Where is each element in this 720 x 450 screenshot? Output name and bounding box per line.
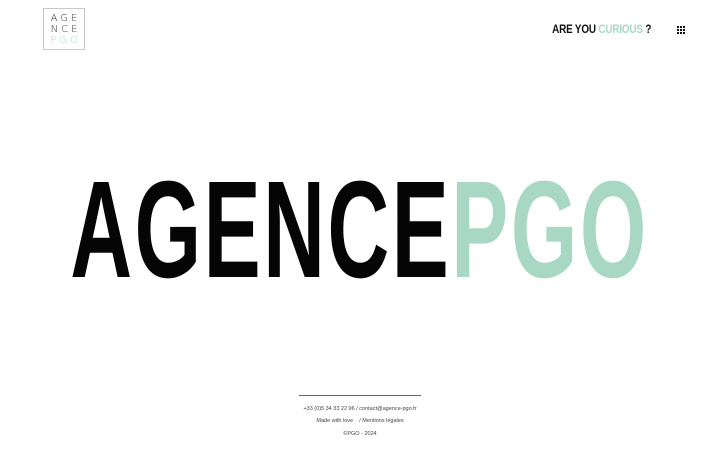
made-with-love-text: Made with love [316,418,354,424]
footer: +33 (0)5 34 33 22 96 / contact@agence-pg… [0,395,720,437]
footer-contact-line: +33 (0)5 34 33 22 96 / contact@agence-pg… [0,406,720,412]
footer-credits-line: Made with love / Mentions légales [0,418,720,424]
hero-accent-word: PGO [451,170,650,290]
logo-row-1: AGE [50,12,81,24]
tagline-accent-part: CURIOUS [598,24,643,36]
grid-dot [677,29,679,31]
grid-dot [683,29,685,31]
are-you-curious-link[interactable]: ARE YOU CURIOUS ? [552,23,651,37]
tagline-dark-part: ARE YOU [551,24,599,36]
grid-dot [683,26,685,28]
grid-dot [680,29,682,31]
tagline-end-part: ? [642,24,651,36]
email-link[interactable]: contact@agence-pgo.fr [359,406,416,412]
hero-wordmark: AGENCEPGO [0,170,720,290]
grid-dot [677,26,679,28]
grid-dot [680,26,682,28]
logo-row-2: NCE [50,23,81,35]
footer-divider [299,395,421,396]
logo-row-3: PGO [50,34,81,46]
grid-dot [677,32,679,34]
hero-dark-word: AGENCE [70,170,452,290]
agence-pgo-logo[interactable]: AGE NCE PGO [43,8,85,50]
copyright-text: ©PGO - 2024 [343,431,377,437]
phone-link[interactable]: +33 (0)5 34 33 22 96 [303,406,354,412]
grid-menu-icon[interactable] [677,26,685,34]
legal-mentions-link[interactable]: Mentions légales [362,418,403,424]
grid-dot [680,32,682,34]
grid-dot [683,32,685,34]
hero-title: AGENCEPGO [71,170,650,290]
